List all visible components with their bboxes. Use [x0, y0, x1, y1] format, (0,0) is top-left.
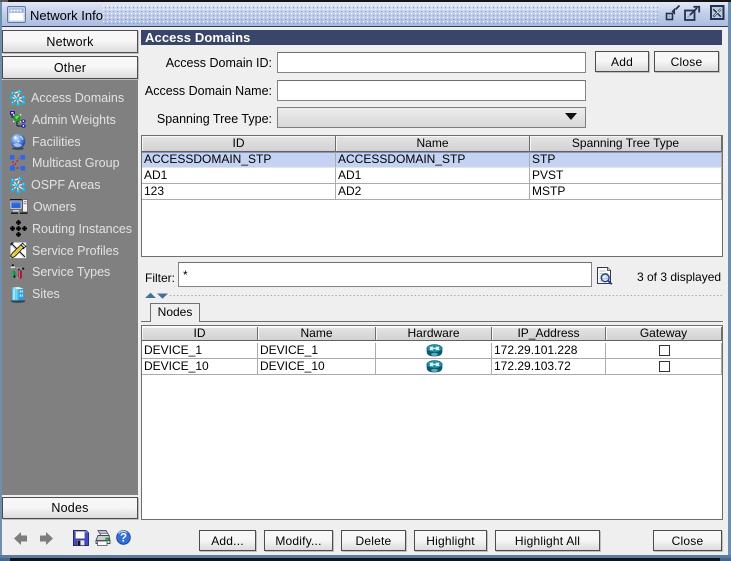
svg-text:?: ?: [120, 533, 127, 545]
